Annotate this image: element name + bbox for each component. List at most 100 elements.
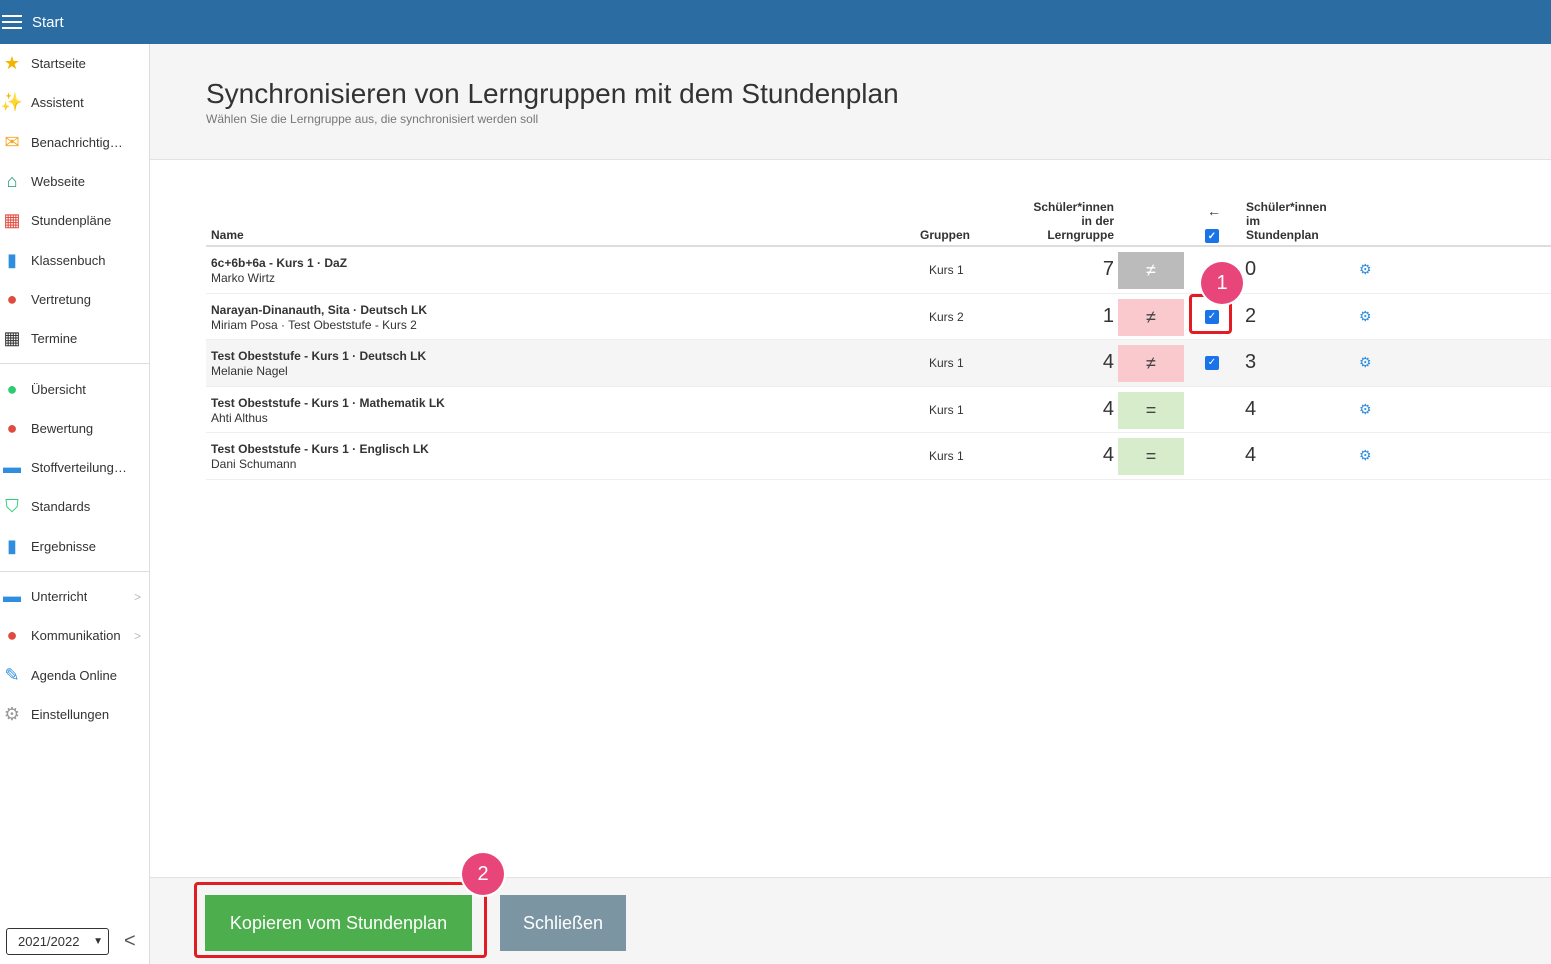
table-row[interactable]: Narayan-Dinanauth, Sita · Deutsch LK Miri…	[206, 294, 1551, 340]
envelope-icon: ✉	[4, 131, 20, 152]
check-circle-icon: ●	[6, 378, 18, 399]
sidebar-item-label: Stoffverteilungsplan	[31, 460, 129, 476]
row-teacher: Dani Schumann	[211, 457, 297, 471]
row-count-group: 4	[1102, 444, 1114, 466]
sidebar-item-startseite[interactable]: ★ Startseite	[0, 44, 149, 83]
row-course-title: Test Obeststufe - Kurs 1 · Deutsch LK	[211, 349, 427, 363]
close-button[interactable]: Schließen	[500, 895, 626, 951]
row-course-title: Test Obeststufe - Kurs 1 · Englisch LK	[211, 442, 429, 456]
row-course-title: 6c+6b+6a - Kurs 1 · DaZ	[211, 256, 348, 270]
gear-icon[interactable]: ⚙	[1359, 308, 1372, 325]
page-subtitle: Wählen Sie die Lerngruppe aus, die synch…	[206, 112, 539, 126]
sidebar-item-label: Termine	[31, 331, 78, 347]
table-row[interactable]: Test Obeststufe - Kurs 1 · Englisch LK Da…	[206, 433, 1551, 480]
bar-chart-icon: ▮	[7, 535, 17, 556]
book-icon: ▮	[7, 249, 17, 270]
sidebar: ★ Startseite ✨ Assistent ✉ Benachrichtigungen…	[0, 44, 150, 964]
sidebar-item-webseite[interactable]: ⌂ Webseite	[0, 162, 149, 201]
select-all-checkbox[interactable]: ✓	[1205, 229, 1219, 243]
sidebar-item-label: Agenda Online	[31, 667, 118, 683]
table-row[interactable]: Test Obeststufe - Kurs 1 · Mathematik LK…	[206, 387, 1551, 433]
row-course-title: Narayan-Dinanauth, Sita · Deutsch LK	[211, 302, 428, 317]
sidebar-item-standards[interactable]: ⛉ Standards	[0, 487, 149, 526]
page-header: Synchronisieren von Lerngruppen mit dem …	[150, 44, 1551, 160]
sidebar-item-label: Webseite	[31, 174, 85, 190]
table-header: Name Gruppen Schüler*innen in der Lerngr…	[206, 196, 1551, 247]
row-teacher: Melanie Nagel	[211, 364, 288, 378]
row-sync-checkbox[interactable]: ✓	[1205, 356, 1219, 370]
sidebar-item-termine[interactable]: ▦ Termine	[0, 319, 149, 358]
main-content: Synchronisieren von Lerngruppen mit dem …	[150, 44, 1551, 964]
sidebar-item-einstellungen[interactable]: ⚙ Einstellungen	[0, 695, 149, 734]
grading-icon: ●	[6, 417, 18, 438]
sidebar-divider	[0, 570, 149, 572]
sidebar-item-unterricht[interactable]: ▬ Unterricht >	[0, 577, 149, 616]
sidebar-item-stoffverteilungsplan[interactable]: ▬ Stoffverteilungsplan	[0, 448, 149, 487]
sidebar-item-ergebnisse[interactable]: ▮ Ergebnisse	[0, 527, 149, 566]
gear-icon[interactable]: ⚙	[1359, 401, 1372, 418]
row-count-group: 7	[1102, 258, 1114, 280]
row-group: Kurs 1	[929, 449, 964, 463]
sidebar-item-bewertung[interactable]: ● Bewertung	[0, 409, 149, 448]
annotation-badge-2: 2	[462, 853, 504, 895]
row-course-title: Test Obeststufe - Kurs 1 · Mathematik LK	[211, 395, 445, 410]
sidebar-item-vertretung[interactable]: ● Vertretung	[0, 280, 149, 319]
row-compare-badge: =	[1118, 391, 1184, 429]
sync-table: Name Gruppen Schüler*innen in der Lerngr…	[206, 196, 1551, 480]
school-year-value: 2021/2022	[18, 934, 80, 949]
school-year-select[interactable]: 2021/2022 ▼	[6, 928, 109, 955]
sidebar-item-label: Unterricht	[31, 589, 88, 604]
annotation-badge-1: 1	[1201, 262, 1243, 304]
row-count-plan: 0	[1245, 258, 1257, 280]
gear-icon[interactable]: ⚙	[1359, 447, 1372, 464]
gear-icon[interactable]: ⚙	[1359, 261, 1372, 278]
open-book-icon: ▬	[3, 586, 21, 606]
row-count-plan: 2	[1245, 304, 1257, 327]
col-header-groups[interactable]: Gruppen	[920, 228, 970, 242]
col-header-students-plan[interactable]: Schüler*innen im Stundenplan	[1246, 200, 1327, 242]
sidebar-item-klassenbuch[interactable]: ▮ Klassenbuch	[0, 240, 149, 279]
row-teacher: Miriam Posa · Test Obeststufe - Kurs 2	[211, 317, 417, 332]
sidebar-item-assistent[interactable]: ✨ Assistent	[0, 83, 149, 122]
shield-icon: ⛉	[5, 496, 19, 517]
sidebar-item-benachrichtigungen[interactable]: ✉ Benachrichtigungen	[0, 123, 149, 162]
row-count-group: 4	[1102, 397, 1114, 420]
pen-icon: ✎	[4, 664, 20, 685]
col-header-students-plan-line2: im	[1246, 214, 1261, 228]
table-row[interactable]: 6c+6b+6a - Kurs 1 · DaZ Marko Wirtz Kurs 1…	[206, 247, 1551, 294]
table-row[interactable]: Test Obeststufe - Kurs 1 · Deutsch LK Mel…	[206, 340, 1551, 387]
sidebar-item-agenda-online[interactable]: ✎ Agenda Online	[0, 655, 149, 694]
sidebar-item-label: Startseite	[31, 56, 86, 72]
row-compare-badge: ≠	[1118, 298, 1184, 336]
row-count-plan: 4	[1245, 397, 1257, 420]
table-body: 6c+6b+6a - Kurs 1 · DaZ Marko Wirtz Kurs 1…	[206, 247, 1551, 480]
row-compare-badge: ≠	[1118, 345, 1184, 382]
gear-icon[interactable]: ⚙	[1359, 354, 1372, 371]
timetable-icon: ▦	[3, 210, 21, 231]
sidebar-group-main: ★ Startseite ✨ Assistent ✉ Benachrichtigungen…	[0, 44, 149, 358]
sidebar-item-label: Ergebnisse	[31, 538, 97, 554]
topbar-title[interactable]: Start	[32, 14, 64, 31]
sidebar-item-stundenpläne[interactable]: ▦ Stundenpläne	[0, 201, 149, 240]
star-icon: ★	[3, 53, 21, 74]
gear-icon: ⚙	[3, 703, 21, 724]
row-compare-badge: =	[1118, 438, 1184, 475]
sidebar-group-more: ▬ Unterricht > ● Kommunikation > ✎ Agenda Onlin…	[0, 577, 149, 734]
hamburger-menu-icon[interactable]	[2, 15, 22, 29]
collapse-sidebar-icon[interactable]: <	[124, 930, 136, 953]
top-bar: Start	[0, 0, 1551, 44]
col-header-students-group[interactable]: Schüler*innen in der Lerngruppe	[1033, 200, 1114, 242]
chevron-down-icon: ▼	[93, 936, 103, 947]
col-header-name[interactable]: Name	[211, 228, 244, 242]
row-count-plan: 4	[1245, 444, 1257, 466]
sidebar-item-kommunikation[interactable]: ● Kommunikation >	[0, 616, 149, 655]
row-group: Kurs 1	[929, 263, 964, 277]
home-icon: ⌂	[6, 171, 18, 192]
row-count-group: 1	[1102, 304, 1114, 327]
row-teacher: Marko Wirtz	[211, 271, 275, 285]
sidebar-item-label: Stundenpläne	[31, 213, 112, 229]
briefcase-icon: ▬	[3, 457, 21, 478]
sidebar-item-übersicht[interactable]: ● Übersicht	[0, 369, 149, 408]
col-header-students-group-line1: Schüler*innen	[1033, 200, 1114, 214]
highlight-box-copy-button	[194, 882, 487, 958]
